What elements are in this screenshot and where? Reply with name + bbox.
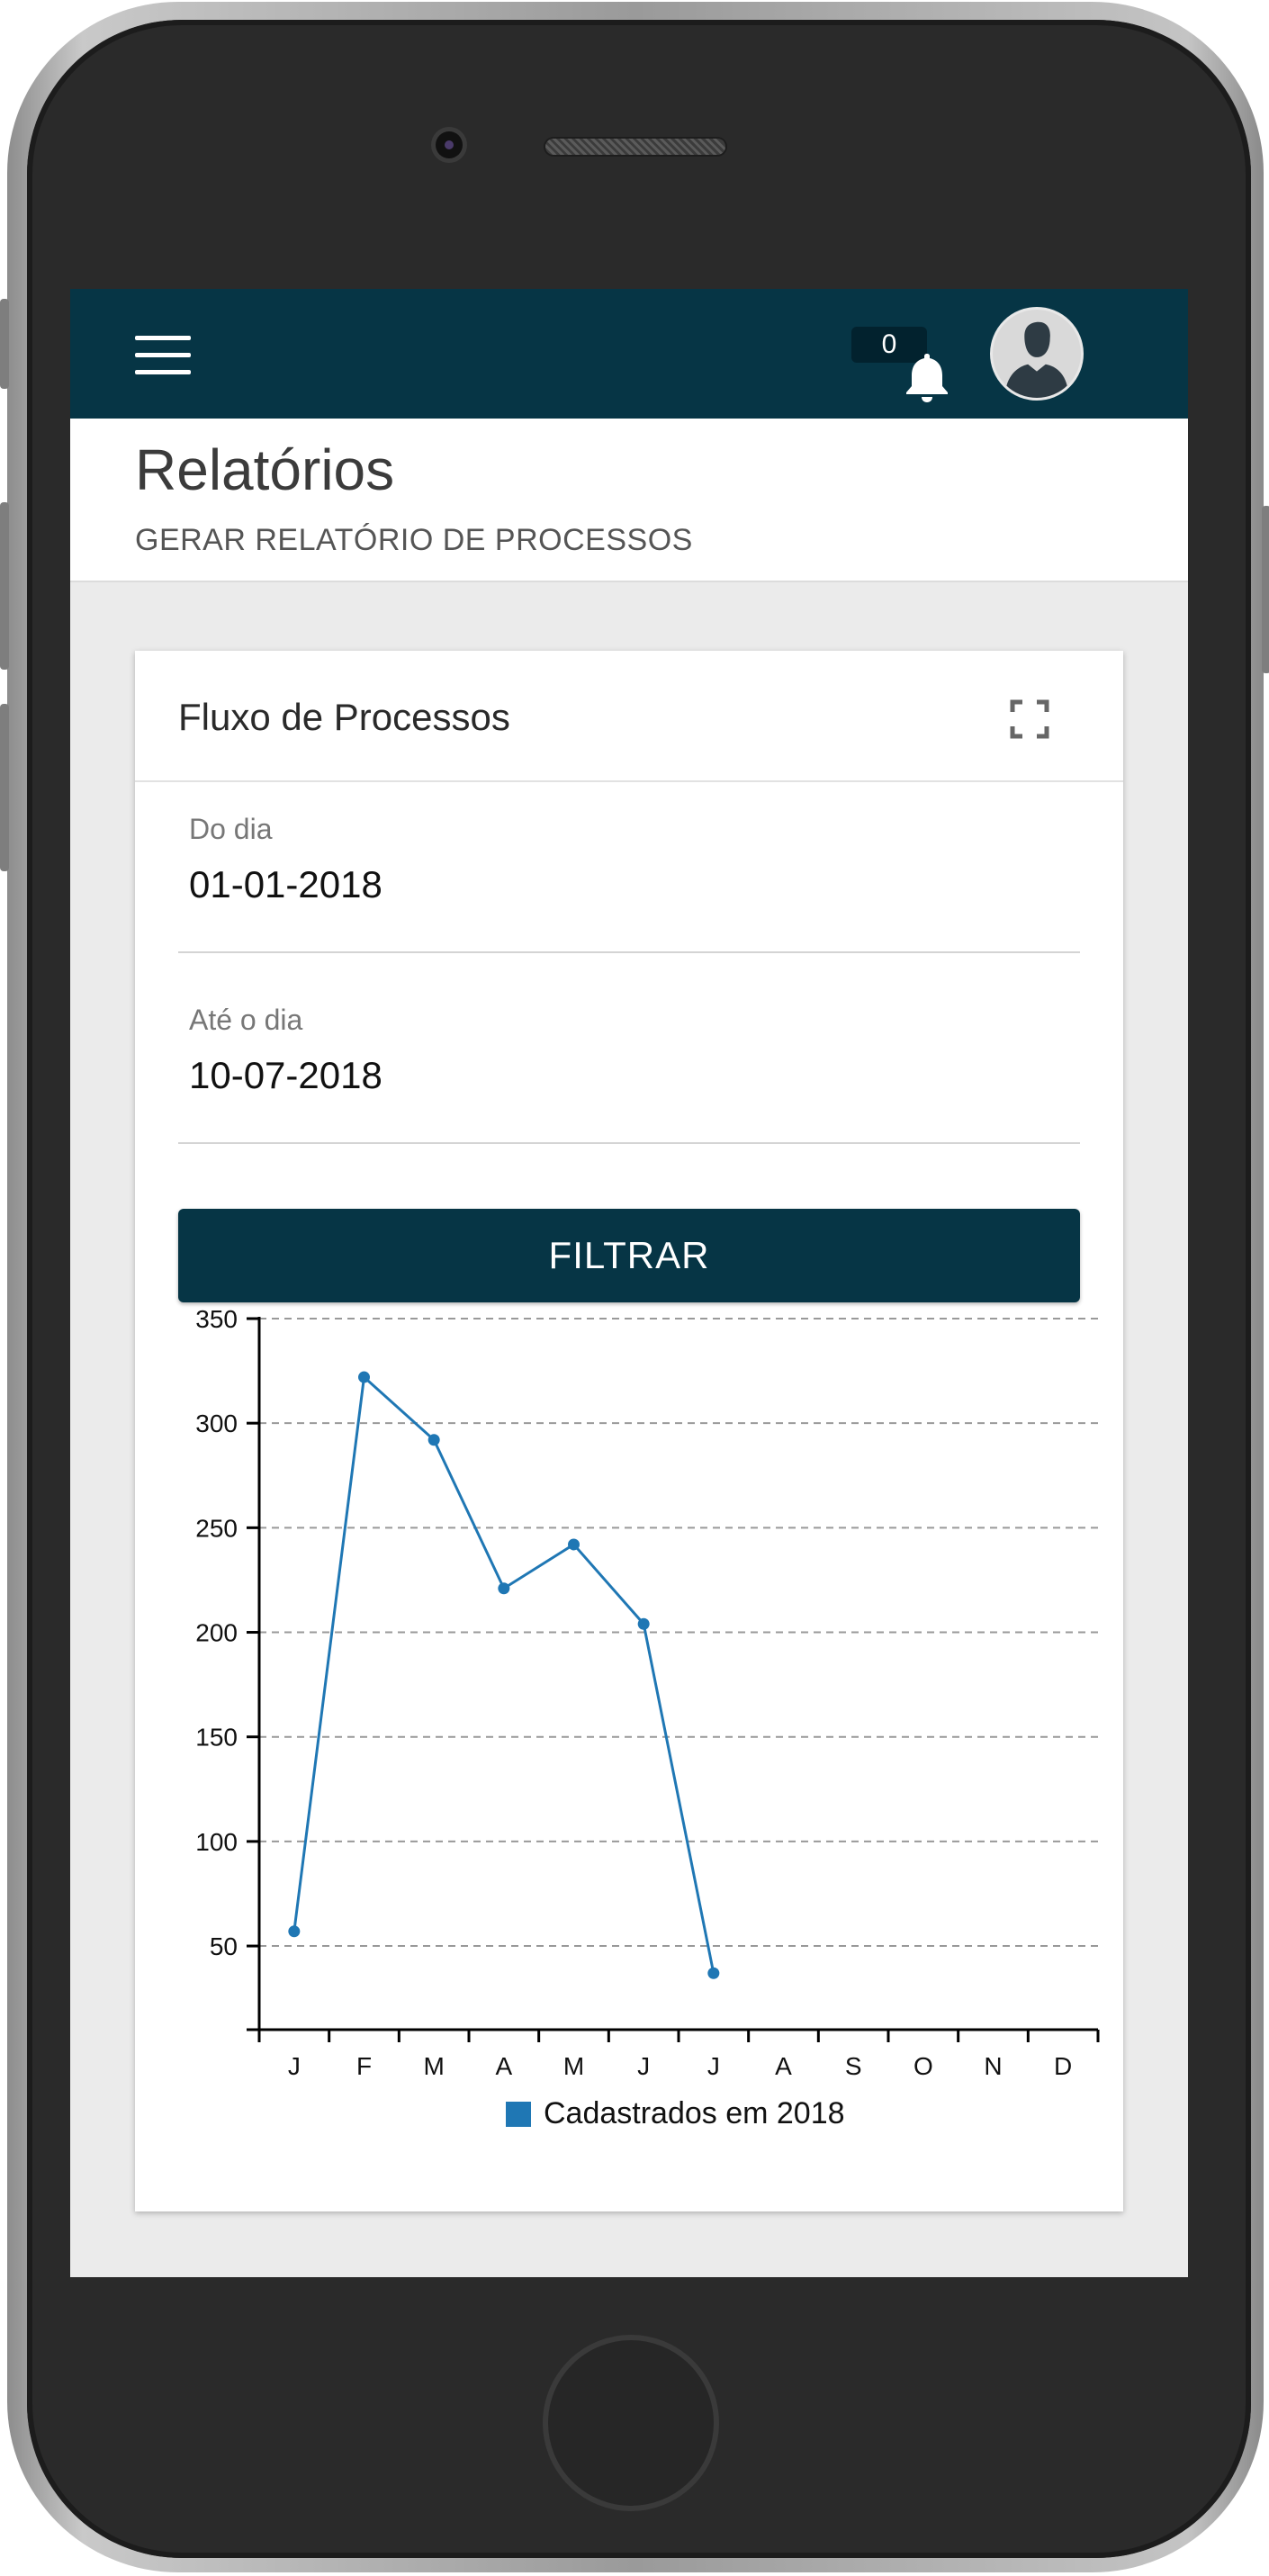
x-tick-label: A: [495, 2052, 512, 2080]
x-tick-label: F: [356, 2052, 372, 2080]
report-card: Fluxo de Processos Do dia Até o dia FILT…: [135, 651, 1123, 2211]
data-point: [288, 1925, 301, 1938]
menu-icon[interactable]: [135, 336, 191, 375]
filter-button[interactable]: FILTRAR: [178, 1209, 1080, 1302]
card-title: Fluxo de Processos: [178, 696, 510, 738]
legend-label: Cadastrados em 2018: [544, 2096, 845, 2130]
silent-switch: [0, 299, 9, 389]
page-header: Relatórios GERAR RELATÓRIO DE PROCESSOS: [70, 419, 1188, 582]
x-tick-label: M: [563, 2052, 584, 2080]
y-tick-label: 150: [195, 1724, 238, 1752]
start-date-label: Do dia: [189, 813, 273, 845]
data-point: [498, 1582, 510, 1595]
y-tick-label: 100: [195, 1828, 238, 1856]
x-tick-label: O: [914, 2052, 933, 2080]
earpiece-speaker: [545, 139, 725, 155]
legend-swatch: [506, 2102, 531, 2127]
processes-line-chart: 50 100 150 200 250 300 350 J F M A M J J A S O N D Cadastra…: [195, 1306, 1100, 2130]
front-camera: [436, 131, 463, 158]
start-date-field: Do dia: [178, 782, 1080, 953]
expand-icon[interactable]: [1010, 699, 1049, 739]
page-title: Relatórios: [135, 437, 395, 502]
end-date-label: Até o dia: [189, 1004, 303, 1036]
x-tick-label: J: [707, 2052, 720, 2080]
page-subtitle: GERAR RELATÓRIO DE PROCESSOS: [135, 523, 693, 557]
series-line: [292, 1374, 716, 1974]
start-date-input[interactable]: [189, 863, 1071, 906]
volume-down-button: [0, 704, 9, 871]
x-tick-label: D: [1054, 2052, 1072, 2080]
x-tick-label: M: [424, 2052, 445, 2080]
bell-icon: [906, 354, 948, 402]
notifications-button[interactable]: 0: [851, 309, 959, 408]
data-point: [428, 1434, 440, 1446]
top-app-bar: 0: [70, 289, 1188, 419]
data-point: [707, 1967, 720, 1979]
y-tick-label: 250: [195, 1514, 238, 1542]
x-tick-label: J: [288, 2052, 301, 2080]
y-tick-label: 350: [195, 1306, 238, 1333]
data-point: [637, 1617, 650, 1630]
x-tick-label: J: [637, 2052, 650, 2080]
user-avatar-icon[interactable]: [990, 307, 1084, 401]
end-date-input[interactable]: [189, 1054, 1071, 1097]
power-button: [1262, 506, 1269, 673]
home-button[interactable]: [543, 2335, 719, 2511]
volume-up-button: [0, 502, 9, 670]
end-date-field: Até o dia: [178, 973, 1080, 1144]
y-tick-label: 50: [210, 1932, 238, 1960]
y-tick-label: 200: [195, 1619, 238, 1647]
app-screen: 0 Relatórios GERAR RELATÓRIO DE PROCESSO…: [70, 289, 1188, 2277]
data-point: [568, 1538, 580, 1551]
x-tick-label: S: [845, 2052, 862, 2080]
x-tick-label: N: [984, 2052, 1002, 2080]
x-tick-label: A: [775, 2052, 792, 2080]
card-header: Fluxo de Processos: [135, 651, 1123, 782]
y-tick-label: 300: [195, 1410, 238, 1437]
data-point: [358, 1371, 370, 1383]
